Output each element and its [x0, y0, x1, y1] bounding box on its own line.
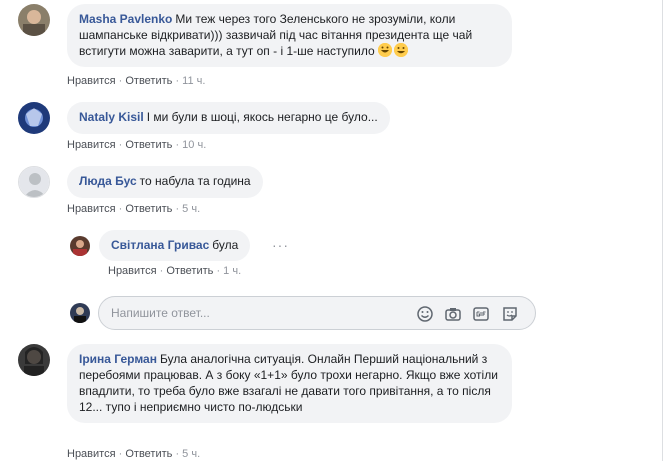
comment-bubble: Ірина Герман Була аналогічна ситуація. Он…: [67, 344, 512, 423]
comment-actions: Нравится · Ответить · 5 ч.: [67, 448, 201, 460]
reply-link[interactable]: Ответить: [166, 265, 213, 277]
laughing-emoji-icon: [378, 43, 393, 57]
comment-author[interactable]: Світлана Гривас: [111, 238, 209, 252]
comment-bubble: Masha Pavlenko Ми теж через того Зеленськ…: [67, 4, 512, 67]
more-options-icon[interactable]: ···: [272, 237, 289, 253]
reply-link[interactable]: Ответить: [125, 139, 172, 151]
reply-svitlana-gryvas: Світлана Гривас була: [70, 230, 251, 261]
avatar[interactable]: [18, 166, 50, 198]
page-edge-divider: [662, 0, 663, 461]
comment-nataly-kisil: Nataly Kisil І ми були в шоці, якось нега…: [18, 102, 390, 134]
comment-author[interactable]: Ірина Герман: [79, 352, 157, 366]
like-link[interactable]: Нравится: [108, 265, 157, 277]
like-link[interactable]: Нравится: [67, 139, 116, 151]
comment-author[interactable]: Masha Pavlenko: [79, 12, 172, 26]
grinning-emoji-icon: [394, 43, 409, 57]
like-link[interactable]: Нравится: [67, 448, 116, 460]
comment-masha-pavlenko: Masha Pavlenko Ми теж через того Зеленськ…: [18, 4, 512, 67]
comment-actions: Нравится · Ответить · 5 ч.: [67, 203, 201, 215]
timestamp[interactable]: 5 ч.: [182, 448, 200, 460]
timestamp[interactable]: 10 ч.: [182, 139, 206, 151]
comment-text: була: [212, 238, 239, 252]
timestamp[interactable]: 1 ч.: [223, 265, 241, 277]
comment-iryna-herman: Ірина Герман Була аналогічна ситуація. Он…: [18, 344, 512, 423]
comment-lyuda-bus: Люда Бус то набула та година: [18, 166, 263, 198]
reply-link[interactable]: Ответить: [125, 75, 172, 87]
reply-link[interactable]: Ответить: [125, 203, 172, 215]
gif-icon[interactable]: [471, 304, 491, 324]
emoji-icon[interactable]: [415, 304, 435, 324]
reply-input[interactable]: [111, 306, 401, 320]
comment-text: І ми були в шоці, якось негарно це було.…: [146, 110, 378, 124]
camera-icon[interactable]: [443, 304, 463, 324]
comment-actions: Нравится · Ответить · 10 ч.: [67, 139, 207, 151]
timestamp[interactable]: 11 ч.: [182, 75, 205, 87]
reply-link[interactable]: Ответить: [125, 448, 172, 460]
comment-author[interactable]: Nataly Kisil: [79, 110, 144, 124]
avatar[interactable]: [18, 344, 50, 376]
avatar[interactable]: [18, 102, 50, 134]
like-link[interactable]: Нравится: [67, 75, 116, 87]
avatar[interactable]: [70, 236, 90, 256]
avatar[interactable]: [18, 4, 50, 36]
sticker-icon[interactable]: [500, 304, 520, 324]
comment-text: то набула та година: [139, 174, 251, 188]
comment-bubble: Світлана Гривас була: [99, 230, 251, 261]
like-link[interactable]: Нравится: [67, 203, 116, 215]
timestamp[interactable]: 5 ч.: [182, 203, 200, 215]
comment-author[interactable]: Люда Бус: [79, 174, 137, 188]
comment-bubble: Nataly Kisil І ми були в шоці, якось нега…: [67, 102, 390, 134]
comment-actions: Нравится · Ответить · 1 ч.: [108, 265, 242, 277]
comment-bubble: Люда Бус то набула та година: [67, 166, 263, 198]
comment-actions: Нравится · Ответить · 11 ч.: [67, 75, 206, 87]
reply-composer[interactable]: [98, 296, 536, 330]
current-user-avatar: [70, 303, 90, 323]
